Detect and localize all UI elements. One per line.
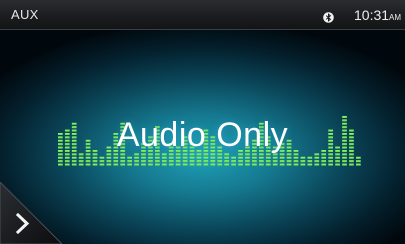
equalizer-bar xyxy=(314,153,320,166)
aux-screen: AUX 10:31AM Audio Only xyxy=(0,0,405,244)
clock: 10:31AM xyxy=(354,7,401,25)
clock-ampm: AM xyxy=(389,13,402,22)
equalizer-bar xyxy=(231,156,236,166)
source-label: AUX xyxy=(11,7,39,22)
equalizer-bar xyxy=(356,156,361,166)
bluetooth-icon xyxy=(323,10,334,23)
equalizer-bar xyxy=(134,153,139,166)
equalizer-bar xyxy=(99,156,105,166)
equalizer-bar xyxy=(300,156,306,166)
equalizer-bar xyxy=(161,153,167,166)
equalizer-bar xyxy=(78,153,84,166)
next-button[interactable] xyxy=(0,182,62,244)
status-bar: AUX 10:31AM xyxy=(0,0,405,30)
equalizer-bar xyxy=(224,153,230,166)
equalizer-bar xyxy=(307,156,313,166)
clock-time: 10:31 xyxy=(354,7,390,23)
equalizer-bar xyxy=(127,156,133,166)
audio-only-message: Audio Only xyxy=(116,116,289,154)
